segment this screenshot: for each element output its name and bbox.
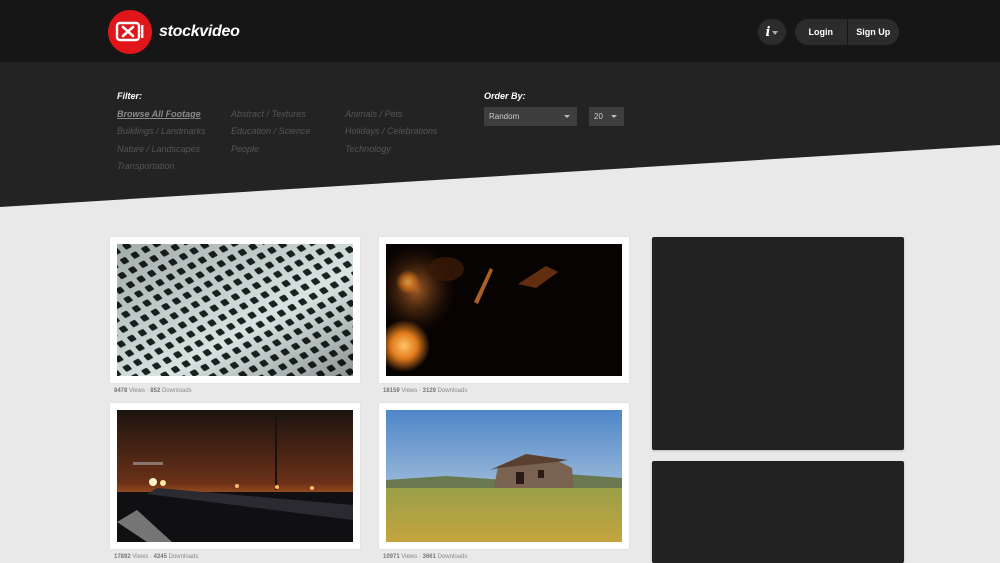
sidebar-ad-panel xyxy=(652,461,904,563)
filter-label: Filter: xyxy=(117,91,143,101)
stats-separator: · xyxy=(149,554,152,560)
order-by-select[interactable]: Random xyxy=(484,107,577,126)
category-transportation[interactable]: Transportation xyxy=(117,161,174,171)
stats-separator: · xyxy=(418,554,421,560)
downloads-count: 852 xyxy=(150,388,161,394)
category-abstract-textures[interactable]: Abstract / Textures xyxy=(231,109,306,119)
night-highway-image xyxy=(117,410,353,542)
order-by-label: Order By: xyxy=(484,91,526,101)
video-thumbnail[interactable] xyxy=(379,403,629,549)
category-technology[interactable]: Technology xyxy=(345,144,391,154)
downloads-count: 4245 xyxy=(153,554,167,560)
mesh-texture-image xyxy=(117,244,353,376)
video-stats: 8478 Views · 852 Downloads xyxy=(114,388,192,394)
category-nature-landscapes[interactable]: Nature / Landscapes xyxy=(117,144,200,154)
views-label: Views xyxy=(129,388,145,394)
downloads-label: Downloads xyxy=(161,388,192,394)
auth-buttons: Login Sign Up xyxy=(795,19,899,45)
downloads-label: Downloads xyxy=(168,554,199,560)
category-animals-pets[interactable]: Animals / Pets xyxy=(345,109,403,119)
category-people[interactable]: People xyxy=(231,144,259,154)
signup-button[interactable]: Sign Up xyxy=(848,19,900,45)
logo-text: stockvideo xyxy=(159,23,240,40)
category-browse-all[interactable]: Browse All Footage xyxy=(117,109,201,119)
views-label: Views xyxy=(401,554,418,560)
category-education-science[interactable]: Education / Science xyxy=(231,126,311,136)
info-menu-button[interactable]: i xyxy=(758,19,786,45)
video-thumbnail[interactable] xyxy=(110,237,360,383)
downloads-label: Downloads xyxy=(437,554,468,560)
views-count: 8478 xyxy=(114,388,128,394)
category-buildings-landmarks[interactable]: Buildings / Landmarks xyxy=(117,126,206,136)
category-holidays-celebrations[interactable]: Holidays / Celebrations xyxy=(345,126,438,136)
video-stats: 17892 Views · 4245 Downloads xyxy=(114,554,198,560)
downloads-count: 3661 xyxy=(422,554,436,560)
sidebar-ad-panel xyxy=(652,237,904,450)
logo-badge-icon xyxy=(108,10,152,54)
video-thumbnail[interactable] xyxy=(110,403,360,549)
info-icon: i xyxy=(765,24,771,40)
stats-separator: · xyxy=(146,388,149,394)
fire-bokeh-image xyxy=(386,244,622,376)
video-stats: 18159 Views · 3129 Downloads xyxy=(383,388,467,394)
downloads-count: 3129 xyxy=(422,388,436,394)
login-button[interactable]: Login xyxy=(795,19,847,45)
views-count: 17892 xyxy=(114,554,131,560)
top-bar: stockvideo i Login Sign Up xyxy=(0,0,1000,62)
chevron-down-icon xyxy=(611,115,617,118)
order-by-value: Random xyxy=(489,112,520,121)
results-per-page-value: 20 xyxy=(594,112,603,121)
video-stats: 10971 Views · 3661 Downloads xyxy=(383,554,467,560)
downloads-label: Downloads xyxy=(437,388,468,394)
views-label: Views xyxy=(401,388,418,394)
chevron-down-icon xyxy=(564,115,570,118)
results-per-page-select[interactable]: 20 xyxy=(589,107,624,126)
stats-separator: · xyxy=(418,388,421,394)
video-thumbnail[interactable] xyxy=(379,237,629,383)
site-logo[interactable]: stockvideo xyxy=(108,10,240,54)
views-label: Views xyxy=(132,554,149,560)
chevron-down-icon xyxy=(772,31,779,35)
views-count: 10971 xyxy=(383,554,400,560)
wheat-field-barn-image xyxy=(386,410,622,542)
views-count: 18159 xyxy=(383,388,400,394)
